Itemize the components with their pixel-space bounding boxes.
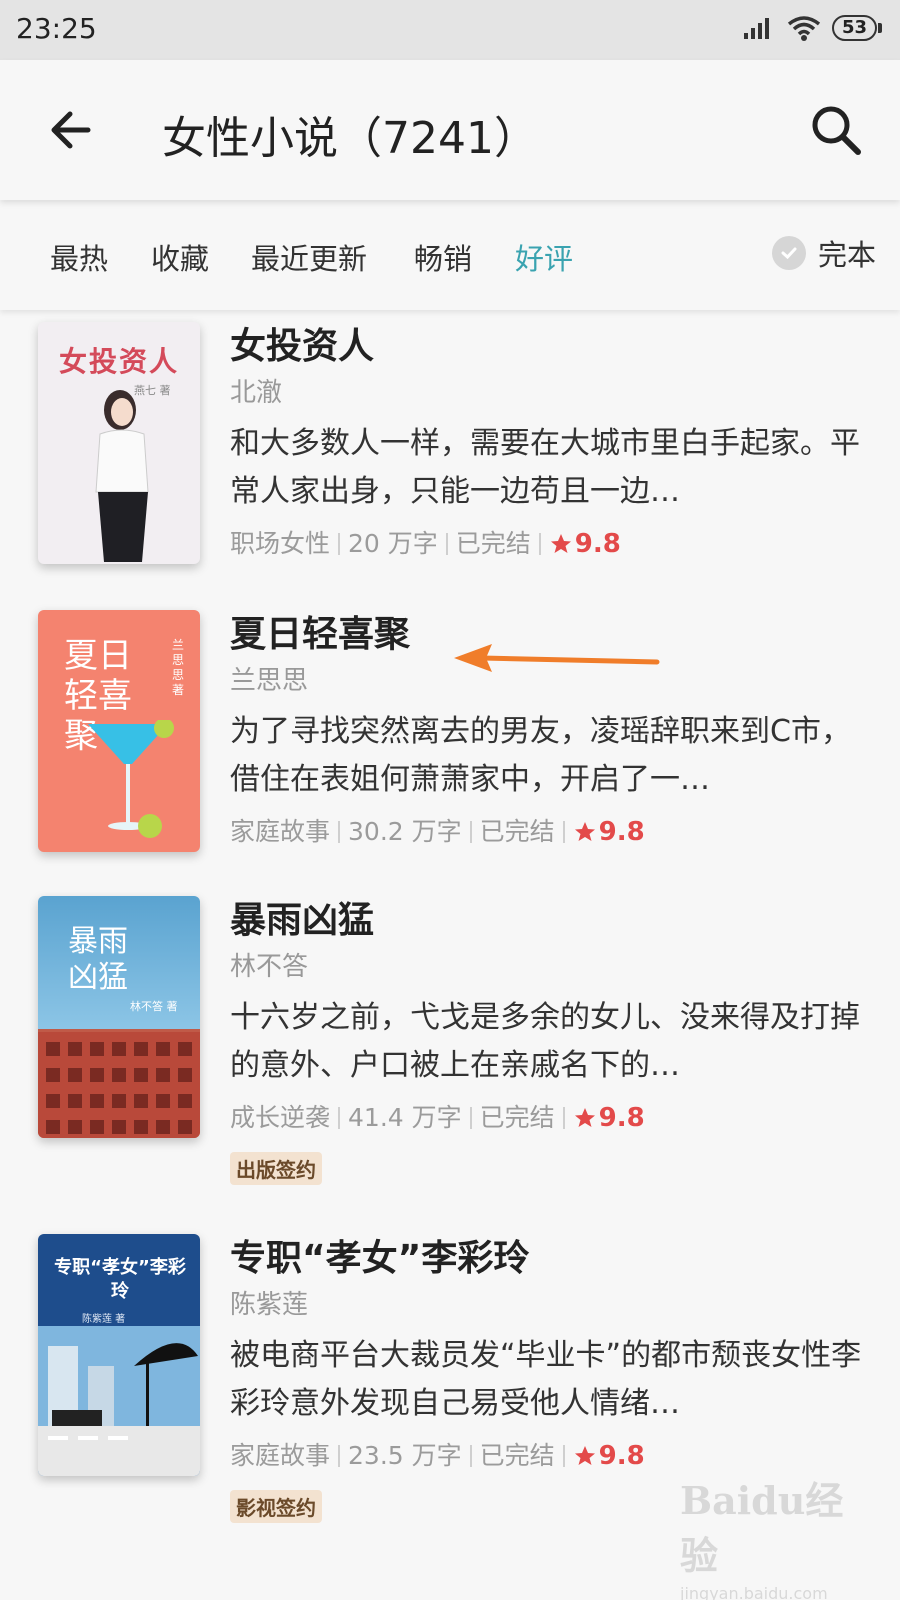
cover-title: 女投资人 [58,345,179,378]
separator [469,821,472,843]
rating-value: 9.8 [574,529,621,559]
separator [562,821,565,843]
battery-tip [878,23,882,33]
book-rating: 9.8 [549,522,621,566]
book-status: 已完结 [455,529,531,558]
status-bar: 23:25 53 [0,0,900,60]
cover-illustration [38,1032,200,1138]
filter-recently-updated[interactable]: 最近更新 [251,236,367,278]
book-cover[interactable]: 暴雨凶猛 林不答 著 [38,896,200,1138]
cover-title: 暴雨凶猛 [68,924,128,995]
book-author: 北澈 [230,378,283,408]
complete-filter-label: 完本 [817,238,876,272]
separator [338,1445,341,1467]
cover-illustration [38,1326,200,1476]
star-icon [550,534,571,553]
watermark-url: jingyan.baidu.com [680,1584,828,1600]
book-title: 暴雨凶猛 [230,900,375,941]
check-circle-icon [771,236,806,270]
separator [562,1445,565,1467]
star-icon [574,822,595,841]
cover-illustration [88,720,174,838]
book-genre: 家庭故事 [230,1441,331,1470]
book-author: 林不答 [230,952,309,982]
book-meta: 成长逆袭 41.4 万字 已完结 9.8 [230,1096,870,1140]
separator [338,533,341,555]
header-bar: 女性小说（7241） [0,60,900,200]
cover-illustration [95,390,149,562]
book-rating: 9.8 [573,1096,645,1140]
book-description: 和大多数人一样，需要在大城市里白手起家。平常人家出身，只能一边苟且一边… [230,426,860,509]
filter-bar: 最热 收藏 最近更新 畅销 好评 完本 [0,202,900,310]
book-status: 已完结 [479,817,555,846]
book-description: 被电商平台大裁员发“毕业卡”的都市颓丧女性李彩玲意外发现自己易受他人情绪… [230,1338,862,1421]
star-icon [574,1446,595,1465]
status-icons: 53 [742,14,882,42]
book-title: 专职“孝女”李彩玲 [230,1238,530,1279]
rating-value: 9.8 [598,817,645,847]
book-word-count: 20 万字 [348,529,438,558]
book-info: 女投资人 北澈 和大多数人一样，需要在大城市里白手起家。平常人家出身，只能一边苟… [230,322,870,566]
book-description: 为了寻找突然离去的男友，凌瑶辞职来到C市，借住在表姐何萧萧家中，开启了一… [230,714,851,797]
star-icon [574,1108,595,1127]
search-icon[interactable] [806,100,866,160]
status-time: 23:25 [16,12,97,45]
book-info: 暴雨凶猛 林不答 十六岁之前，弋戈是多余的女儿、没来得及打掉的意外、户口被上在亲… [230,896,870,1185]
book-rating: 9.8 [573,1434,645,1478]
book-genre: 职场女性 [230,529,331,558]
cover-author: 陈紫莲 著 [82,1314,126,1325]
separator [469,1445,472,1467]
book-genre: 家庭故事 [230,817,331,846]
book-word-count: 41.4 万字 [348,1103,462,1132]
book-cover[interactable]: 专职“孝女”李彩玲 陈紫莲 著 [38,1234,200,1476]
watermark-logo: Baidu经验 [680,1478,844,1578]
book-item[interactable]: 暴雨凶猛 林不答 著 暴雨凶猛 林不答 十六岁之前，弋戈是多余的女儿、没来得及打… [0,896,900,1196]
book-author: 陈紫莲 [230,1290,309,1320]
book-cover[interactable]: 女投资人 燕七 著 [38,322,200,564]
book-meta: 职场女性 20 万字 已完结 9.8 [230,522,870,566]
book-status: 已完结 [479,1441,555,1470]
film-contract-badge: 影视签约 [230,1490,322,1523]
filter-bestselling[interactable]: 畅销 [414,236,472,278]
rating-value: 9.8 [598,1441,645,1471]
filter-top-rated[interactable]: 好评 [515,236,573,278]
wifi-icon [787,16,821,41]
publishing-contract-badge: 出版签约 [230,1152,322,1185]
signal-icon [743,18,769,39]
separator [338,1107,341,1129]
separator [562,1107,565,1129]
book-word-count: 23.5 万字 [348,1441,462,1470]
page-title: 女性小说（7241） [162,113,538,164]
battery-indicator: 53 [831,15,877,41]
back-arrow-icon[interactable] [44,102,100,158]
book-meta: 家庭故事 30.2 万字 已完结 9.8 [230,810,870,854]
watermark: Baidu经验 jingyan.baidu.com [680,1470,860,1600]
filter-hottest[interactable]: 最热 [50,236,108,278]
book-rating: 9.8 [573,810,645,854]
cover-author: 兰思思 著 [172,638,185,697]
book-status: 已完结 [479,1103,555,1132]
separator [338,821,341,843]
book-title: 女投资人 [230,326,375,367]
annotation-arrow-icon [454,644,660,672]
cover-title: 专职“孝女”李彩玲 [54,1257,186,1302]
book-item[interactable]: 女投资人 燕七 著 女投资人 北澈 和大多数人一样，需要在大城市里白手起家。平常… [0,322,900,582]
book-item[interactable]: 夏日轻喜聚 兰思思 著 夏日轻喜聚 兰思思 为了寻找突然离去的男友，凌瑶辞职来到… [0,610,900,870]
book-cover[interactable]: 夏日轻喜聚 兰思思 著 [38,610,200,852]
separator [445,533,448,555]
rating-value: 9.8 [598,1103,645,1133]
complete-filter-toggle[interactable]: 完本 [771,232,876,274]
book-word-count: 30.2 万字 [348,817,462,846]
separator [538,533,541,555]
book-description: 十六岁之前，弋戈是多余的女儿、没来得及打掉的意外、户口被上在亲戚名下的… [230,1000,860,1083]
filter-favorites[interactable]: 收藏 [151,236,209,278]
book-genre: 成长逆袭 [230,1103,331,1132]
cover-author: 林不答 著 [130,1000,178,1013]
separator [469,1107,472,1129]
